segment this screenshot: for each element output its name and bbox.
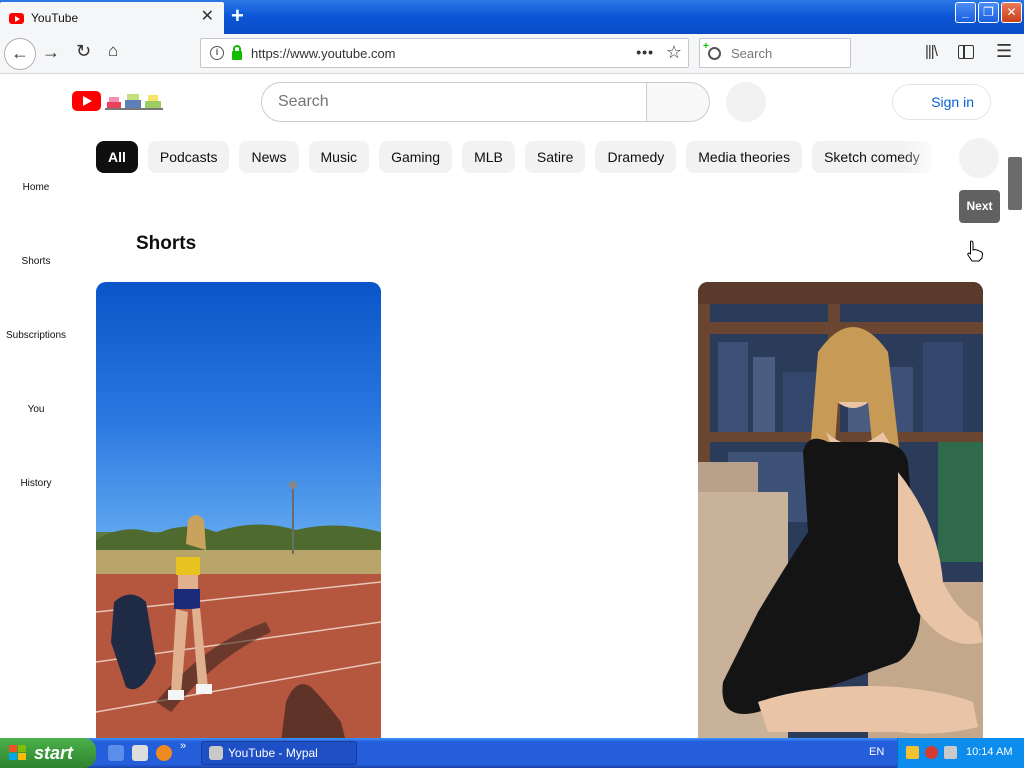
sidebar-toggle-icon[interactable] [958,45,974,59]
chip-dramedy[interactable]: Dramedy [595,141,677,173]
home-icon[interactable]: ⌂ [108,41,118,61]
chip-all[interactable]: All [96,141,138,173]
browser-tab[interactable]: YouTube ✕ [0,2,224,34]
chip-mlb[interactable]: MLB [462,141,515,173]
mypal-icon [209,746,223,760]
close-window-icon[interactable]: ✕ [1001,2,1022,23]
reload-icon[interactable]: ↻ [76,41,91,62]
start-label: start [34,743,74,763]
voice-search-button[interactable] [726,82,766,122]
shorts-section-title: Shorts [136,233,197,254]
lock-icon [232,44,242,60]
chip-music[interactable]: Music [308,141,370,173]
taskbar-window-button[interactable]: YouTube - Mypal [201,741,357,765]
guide-item-home[interactable]: Home [0,182,72,193]
restore-icon[interactable]: ❐ [978,2,999,23]
forward-icon[interactable]: → [42,42,60,63]
short-thumbnail-image [96,481,381,742]
address-bar[interactable]: i https://www.youtube.com ••• ☆ [200,38,689,68]
os-taskbar: start » YouTube - Mypal EN 10:14 AM [0,738,1024,768]
guide-item-shorts[interactable]: Shorts [0,256,72,267]
chip-gaming[interactable]: Gaming [379,141,453,173]
windows-logo-icon [9,745,26,760]
search-icon [703,41,721,60]
system-clock: 10:14 AM [966,746,1013,758]
youtube-search-button[interactable] [646,82,710,122]
library-icon[interactable]: |||\ [925,43,938,60]
tray-network-icon[interactable] [906,746,919,759]
chip-media-theories[interactable]: Media theories [686,141,803,173]
guide-item-you[interactable]: You [0,404,72,415]
start-button[interactable]: start [0,738,96,768]
window-controls: _ ❐ ✕ [955,2,1022,23]
youtube-search-input[interactable] [261,82,647,122]
back-icon[interactable]: ← [4,38,36,70]
hamburger-menu-icon[interactable]: ☰ [996,41,1012,62]
quicklaunch-more-icon[interactable]: » [180,740,186,752]
page-actions-icon[interactable]: ••• [636,44,654,60]
minimize-icon[interactable]: _ [955,2,976,23]
browser-toolbar: ← → ↻ ⌂ i https://www.youtube.com ••• ☆ … [0,34,1024,74]
page-scrollbar-thumb[interactable] [1008,157,1022,210]
explorer-icon[interactable] [132,745,148,761]
chip-news[interactable]: News [239,141,299,173]
hand-cursor-icon [967,240,984,262]
chips-next-button[interactable] [959,138,999,178]
bookmark-star-icon[interactable]: ☆ [666,42,682,63]
tray-volume-icon[interactable] [944,746,957,759]
sign-in-button[interactable]: Sign in [892,84,991,120]
chip-satire[interactable]: Satire [524,141,586,173]
show-desktop-icon[interactable] [108,745,124,761]
new-tab-icon[interactable]: + [231,4,244,28]
site-info-icon[interactable]: i [210,46,224,60]
taskbar-window-label: YouTube - Mypal [228,746,318,760]
chips-fade [900,141,944,175]
category-chips: All Podcasts News Music Gaming MLB Satire Drame… [96,141,940,175]
short-thumbnail[interactable] [698,282,983,742]
short-thumbnail-image [698,282,983,742]
guide-item-subscriptions[interactable]: Subscriptions [0,330,72,341]
tab-close-icon[interactable]: ✕ [201,9,214,25]
youtube-logo[interactable] [72,91,101,111]
browser-quicklaunch-icon[interactable] [156,745,172,761]
browser-search-box[interactable]: Search [699,38,851,68]
tab-title: YouTube [31,11,79,25]
tray-security-icon[interactable] [925,746,938,759]
short-thumbnail[interactable] [96,282,381,742]
url-text[interactable]: https://www.youtube.com [251,46,396,61]
browser-titlebar: YouTube ✕ + _ ❐ ✕ [0,0,1024,34]
language-indicator[interactable]: EN [869,746,884,758]
youtube-favicon-icon [9,12,24,24]
doodle-logo-icon[interactable] [105,88,163,112]
next-tooltip: Next [959,190,1000,223]
guide-item-history[interactable]: History [0,478,72,489]
chip-podcasts[interactable]: Podcasts [147,141,230,173]
browser-search-placeholder: Search [731,45,773,61]
